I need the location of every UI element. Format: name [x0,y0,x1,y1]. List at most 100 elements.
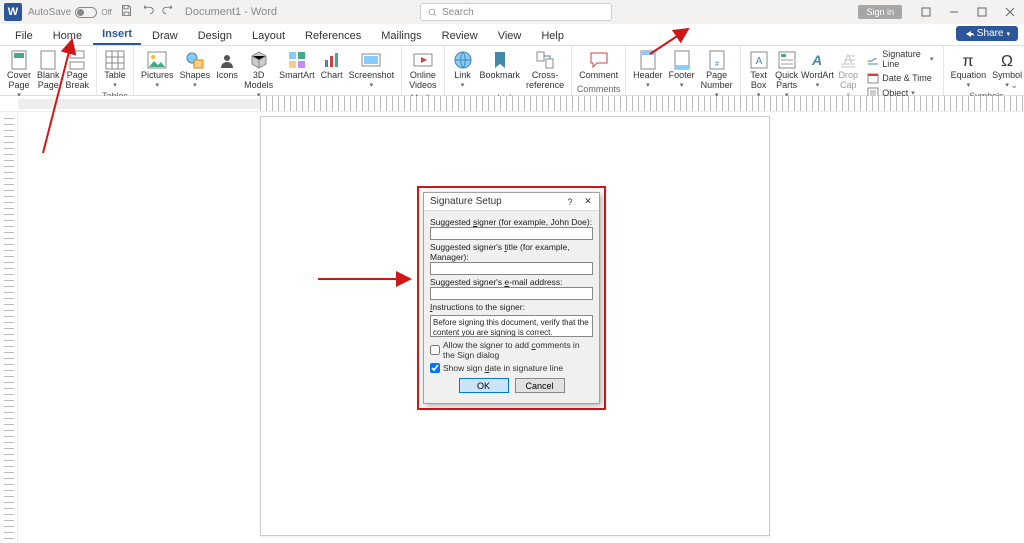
group-media: Online Videos Media [402,46,444,95]
header-icon [638,50,658,70]
redo-icon[interactable] [162,4,175,20]
tab-insert[interactable]: Insert [93,25,141,45]
signer-input[interactable] [430,227,593,240]
symbol-button[interactable]: ΩSymbol▾ [989,48,1024,91]
tab-home[interactable]: Home [44,27,91,45]
page-number-button[interactable]: #Page Number▾ [698,48,736,101]
cube-icon [249,50,269,70]
footer-button[interactable]: Footer▾ [666,48,698,101]
signer-title-input[interactable] [430,262,593,275]
tab-layout[interactable]: Layout [243,27,294,45]
chevron-down-icon: ▾ [461,81,465,89]
vertical-ruler[interactable] [0,112,18,543]
icons-icon [217,50,237,70]
quick-access-toolbar [120,4,175,20]
allow-comments-checkbox[interactable]: Allow the signer to add comments in the … [430,340,593,360]
search-placeholder: Search [442,7,474,18]
signer-label: Suggested signer (for example, John Doe)… [430,217,593,227]
group-label-comments: Comments [576,84,621,95]
group-header-footer: Header▾ Footer▾ #Page Number▾ Header & F… [626,46,741,95]
online-videos-button[interactable]: Online Videos [406,48,439,93]
group-links: Link▾ Bookmark Cross- reference Links [445,46,573,95]
tab-file[interactable]: File [6,27,42,45]
horizontal-ruler[interactable] [0,96,1024,112]
pictures-button[interactable]: Pictures▾ [138,48,177,101]
ribbon: Cover Page▾ Blank Page Page Break Pages … [0,46,1024,96]
minimize-icon[interactable] [940,0,968,24]
cancel-button[interactable]: Cancel [515,378,565,393]
undo-icon[interactable] [141,4,154,20]
chart-icon [322,50,342,70]
document-canvas[interactable]: Signature Setup ? ✕ Suggested signer (fo… [18,112,1024,543]
video-icon [413,50,433,70]
chart-button[interactable]: Chart [318,48,346,101]
autosave-toggle[interactable]: AutoSave Off [28,7,112,18]
svg-text:A: A [811,52,822,68]
toggle-off-icon[interactable] [75,7,97,18]
icons-button[interactable]: Icons [213,48,241,101]
symbol-icon: Ω [997,50,1017,70]
group-text: AText Box▾ Quick Parts▾ AWordArt▾ ADrop … [741,46,944,95]
cross-reference-button[interactable]: Cross- reference [523,48,567,93]
smartart-button[interactable]: SmartArt [276,48,318,101]
close-icon[interactable] [996,0,1024,24]
signin-button[interactable]: Sign in [858,5,902,19]
drop-cap-button[interactable]: ADrop Cap▾ [834,48,862,101]
ok-button[interactable]: OK [459,378,509,393]
equation-button[interactable]: πEquation▾ [948,48,990,91]
comment-button[interactable]: Comment [576,48,621,84]
tab-view[interactable]: View [489,27,531,45]
tab-review[interactable]: Review [433,27,487,45]
share-button[interactable]: Share ▾ [956,26,1018,41]
save-icon[interactable] [120,4,133,20]
help-button[interactable]: ? [561,197,579,207]
tab-draw[interactable]: Draw [143,27,187,45]
tab-mailings[interactable]: Mailings [372,27,430,45]
quick-parts-button[interactable]: Quick Parts▾ [773,48,801,101]
signer-email-input[interactable] [430,287,593,300]
blank-page-button[interactable]: Blank Page [34,48,63,101]
blank-page-icon [38,50,58,70]
cover-page-icon [9,50,29,70]
signature-line-button[interactable]: Signature Line ▾ [865,48,935,70]
text-box-button[interactable]: AText Box▾ [745,48,773,101]
instructions-input[interactable]: Before signing this document, verify tha… [430,315,593,337]
instructions-label: Instructions to the signer: [430,302,593,312]
table-button[interactable]: Table▾ [101,48,129,91]
tab-design[interactable]: Design [189,27,241,45]
cross-ref-icon [535,50,555,70]
share-icon [964,29,974,39]
dialog-titlebar[interactable]: Signature Setup ? ✕ [424,193,599,211]
smartart-icon [287,50,307,70]
tab-references[interactable]: References [296,27,370,45]
screenshot-button[interactable]: Screenshot▾ [346,48,398,101]
svg-text:π: π [963,53,974,70]
tab-help[interactable]: Help [532,27,573,45]
group-pages: Cover Page▾ Blank Page Page Break Pages [0,46,97,95]
chevron-down-icon: ▾ [680,81,684,89]
svg-text:A: A [755,56,762,67]
page-break-button[interactable]: Page Break [63,48,93,101]
group-illustrations: Pictures▾ Shapes▾ Icons 3D Models▾ Smart… [134,46,402,95]
3d-models-button[interactable]: 3D Models▾ [241,48,276,101]
shapes-button[interactable]: Shapes▾ [177,48,214,101]
document-title: Document1 - Word [185,6,277,18]
chevron-down-icon: ▾ [1006,30,1010,38]
word-app-icon: W [4,3,22,21]
date-time-button[interactable]: Date & Time [865,71,935,85]
show-date-checkbox[interactable]: Show sign date in signature line [430,363,593,373]
cover-page-button[interactable]: Cover Page▾ [4,48,34,101]
maximize-icon[interactable] [968,0,996,24]
link-button[interactable]: Link▾ [449,48,477,93]
bookmark-button[interactable]: Bookmark [477,48,524,93]
collapse-ribbon-icon[interactable]: ⌄ [1010,80,1018,91]
close-icon[interactable]: ✕ [579,196,597,207]
autosave-state: Off [101,8,112,17]
search-box[interactable]: Search [420,3,612,21]
title-bar: W AutoSave Off Document1 - Word Search S… [0,0,1024,24]
wordart-button[interactable]: AWordArt▾ [801,48,835,101]
ribbon-options-icon[interactable] [912,0,940,24]
header-button[interactable]: Header▾ [630,48,666,101]
textbox-icon: A [749,50,769,70]
signer-email-label: Suggested signer's e-mail address: [430,277,593,287]
